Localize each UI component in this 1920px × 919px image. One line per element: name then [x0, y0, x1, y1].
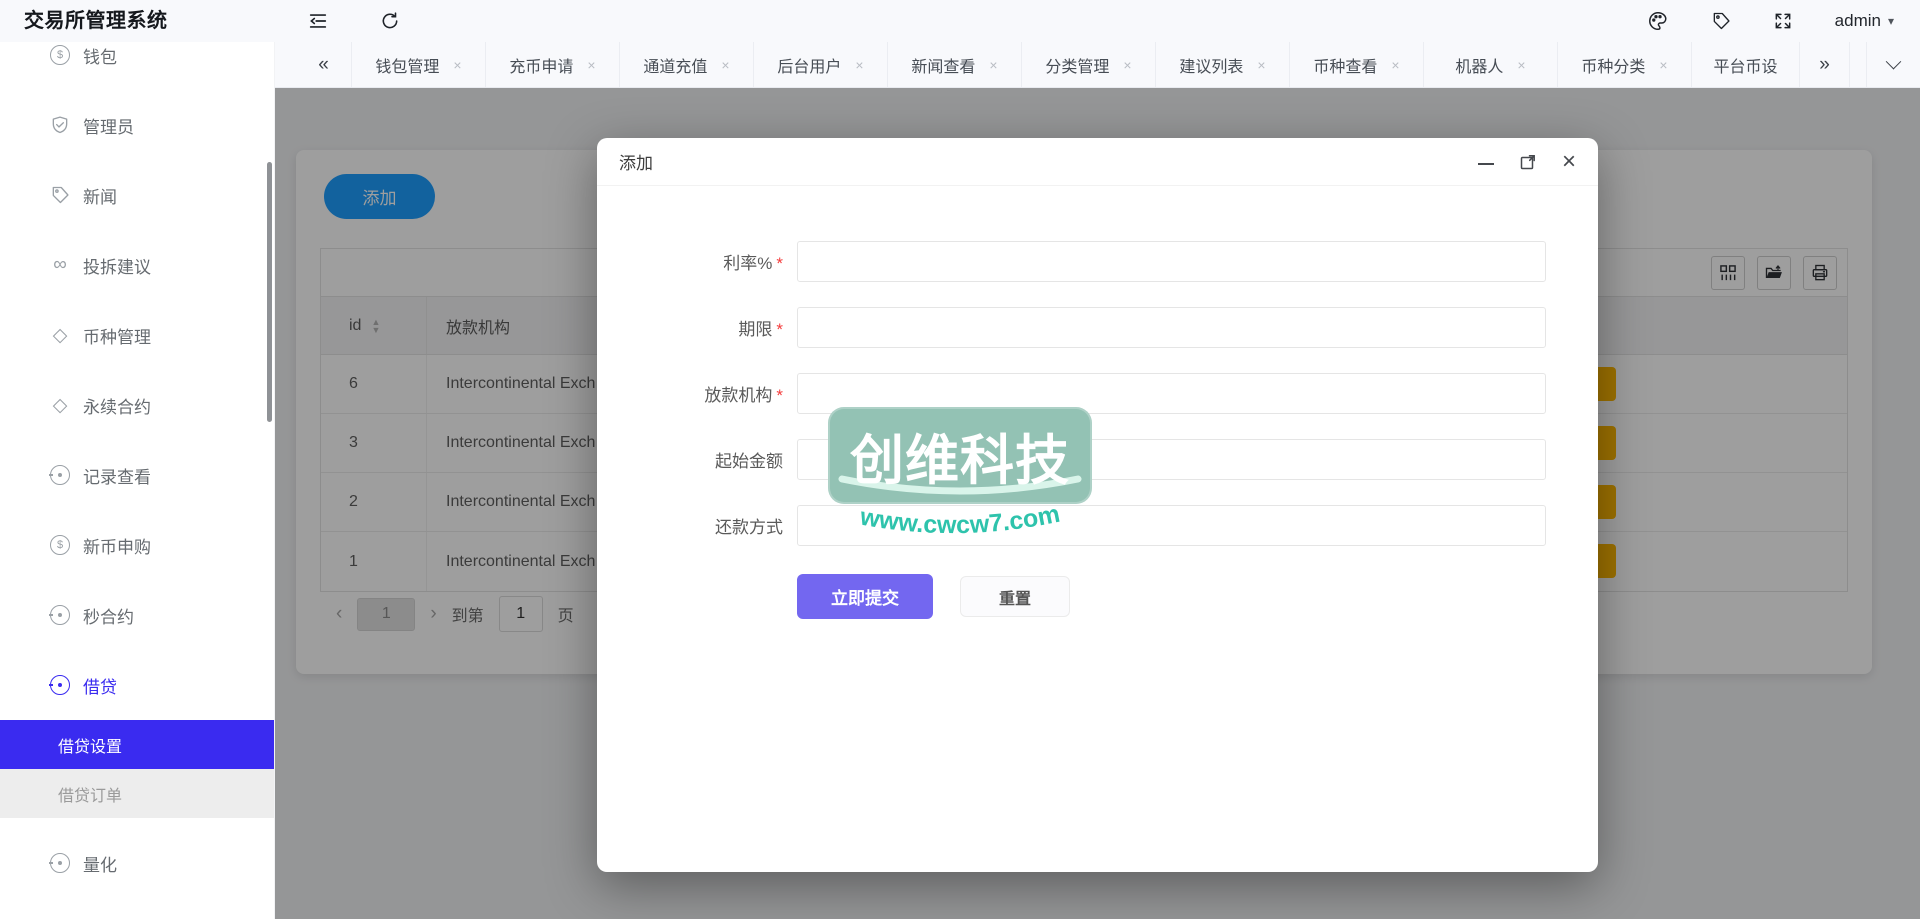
sidebar-item-feedback[interactable]: 投拆建议 — [0, 230, 274, 300]
institution-input[interactable] — [797, 373, 1546, 414]
compass-icon — [50, 465, 70, 485]
tab-news-view[interactable]: 新闻查看 × — [888, 42, 1022, 87]
sidebar-item-perpetual[interactable]: 永续合约 — [0, 370, 274, 440]
term-field: 期限 * — [597, 307, 1598, 348]
start-amount-label: 起始金额 — [715, 452, 783, 471]
username: admin — [1834, 11, 1881, 30]
app-title: 交易所管理系统 — [24, 10, 168, 32]
close-icon[interactable]: × — [989, 57, 997, 73]
shield-check-icon — [50, 115, 70, 135]
diamond-icon — [50, 395, 70, 415]
infinity-icon — [50, 255, 70, 275]
start-amount-input[interactable] — [797, 439, 1546, 480]
chevron-down-icon — [1885, 53, 1902, 70]
close-icon[interactable]: × — [1123, 57, 1131, 73]
sidebar-item-second-contract[interactable]: 秒合约 — [0, 580, 274, 650]
dialog-title: 添加 — [619, 154, 653, 173]
repayment-field: 还款方式 — [597, 505, 1598, 546]
required-mark: * — [776, 386, 783, 405]
institution-field: 放款机构 * — [597, 373, 1598, 414]
sidebar-item-new-coin[interactable]: 新币申购 — [0, 510, 274, 580]
tabs-menu-icon[interactable] — [1866, 42, 1920, 87]
tag-icon[interactable] — [1711, 0, 1731, 42]
tab-coin-view[interactable]: 币种查看 × — [1290, 42, 1424, 87]
close-icon[interactable]: × — [587, 57, 595, 73]
sidebar-item-wallet[interactable]: 钱包 — [0, 42, 274, 90]
tab-wallet-mgmt[interactable]: 钱包管理 × — [352, 42, 486, 87]
diamond-icon — [50, 325, 70, 345]
dialog-actions: 立即提交 重置 — [797, 574, 1598, 619]
minimize-icon[interactable] — [1477, 159, 1494, 165]
tab-deposit-request[interactable]: 充币申请 × — [486, 42, 620, 87]
tab-category-mgmt[interactable]: 分类管理 × — [1022, 42, 1156, 87]
compass-icon — [50, 675, 70, 695]
dialog-controls: × — [1477, 149, 1576, 173]
chevron-down-icon: ▾ — [1887, 14, 1894, 28]
close-icon[interactable]: × — [1517, 57, 1525, 73]
tab-robot[interactable]: 机器人 × — [1424, 42, 1558, 87]
coin-icon — [50, 535, 70, 555]
rate-label: 利率% — [723, 254, 773, 273]
tabs-scroll-left-icon[interactable]: « — [296, 42, 352, 87]
header-right-cluster: admin ▾ — [1647, 0, 1894, 42]
fullscreen-icon[interactable] — [1773, 0, 1793, 42]
rate-field: 利率% * — [597, 241, 1598, 282]
dialog-header: 添加 × — [597, 138, 1598, 186]
term-label: 期限 — [738, 320, 773, 339]
compass-icon — [50, 853, 70, 873]
sidebar-item-coin-mgmt[interactable]: 币种管理 — [0, 300, 274, 370]
sidebar-item-records[interactable]: 记录查看 — [0, 440, 274, 510]
close-icon[interactable]: × — [855, 57, 863, 73]
close-icon[interactable]: × — [1659, 57, 1667, 73]
sidebar-item-admin[interactable]: 管理员 — [0, 90, 274, 160]
app-window: 交易所管理系统 admin ▾ « 钱包管理 × 充币申请 × 通道充值 × 后… — [0, 0, 1920, 919]
sidebar: 钱包 管理员 新闻 投拆建议 币种管理 永续合约 记录查看 — [0, 42, 275, 919]
repayment-label: 还款方式 — [715, 518, 783, 537]
required-mark: * — [776, 320, 783, 339]
sidebar-item-loan-orders[interactable]: 借贷订单 — [0, 769, 274, 818]
palette-icon[interactable] — [1647, 0, 1669, 42]
rate-input[interactable] — [797, 241, 1546, 282]
close-icon[interactable]: × — [453, 57, 461, 73]
tabs-scroll-right-icon[interactable]: » — [1800, 42, 1850, 87]
sidebar-item-news[interactable]: 新闻 — [0, 160, 274, 230]
dialog-form: 利率% * 期限 * 放款机构 * 起始金额 还款方式 立即提交 重置 — [597, 186, 1598, 619]
repayment-input[interactable] — [797, 505, 1546, 546]
sidebar-item-loan[interactable]: 借贷 — [0, 650, 274, 720]
compass-icon — [50, 605, 70, 625]
tab-bar: « 钱包管理 × 充币申请 × 通道充值 × 后台用户 × 新闻查看 × 分类管… — [275, 42, 1920, 88]
tag-icon — [50, 185, 70, 205]
tab-channel-recharge[interactable]: 通道充值 × — [620, 42, 754, 87]
refresh-icon[interactable] — [372, 0, 408, 42]
top-header: 交易所管理系统 admin ▾ — [0, 0, 1920, 42]
sidebar-item-loan-settings[interactable]: 借贷设置 — [0, 720, 274, 769]
coin-icon — [50, 45, 70, 65]
tab-admin-users[interactable]: 后台用户 × — [754, 42, 888, 87]
loan-submenu: 借贷设置 借贷订单 — [0, 720, 274, 818]
close-icon[interactable]: × — [1562, 149, 1576, 173]
submit-button[interactable]: 立即提交 — [797, 574, 933, 619]
close-icon[interactable]: × — [721, 57, 729, 73]
start-amount-field: 起始金额 — [597, 439, 1598, 480]
user-menu[interactable]: admin ▾ — [1835, 11, 1894, 31]
maximize-icon[interactable] — [1520, 154, 1536, 170]
menu-fold-icon[interactable] — [300, 0, 336, 42]
add-dialog: 添加 × 利率% * 期限 * 放款机构 * 起始金额 还款方式 立即提交 重置 — [597, 138, 1598, 872]
term-input[interactable] — [797, 307, 1546, 348]
tab-suggestions[interactable]: 建议列表 × — [1156, 42, 1290, 87]
close-icon[interactable]: × — [1391, 57, 1399, 73]
required-mark: * — [776, 254, 783, 273]
institution-label: 放款机构 — [704, 386, 773, 405]
sidebar-scrollbar[interactable] — [267, 162, 272, 422]
reset-button[interactable]: 重置 — [960, 576, 1070, 617]
close-icon[interactable]: × — [1257, 57, 1265, 73]
tab-coin-category[interactable]: 币种分类 × — [1558, 42, 1692, 87]
sidebar-item-quant[interactable]: 量化 — [0, 828, 274, 898]
tab-platform-coin[interactable]: 平台币设 — [1692, 42, 1800, 87]
